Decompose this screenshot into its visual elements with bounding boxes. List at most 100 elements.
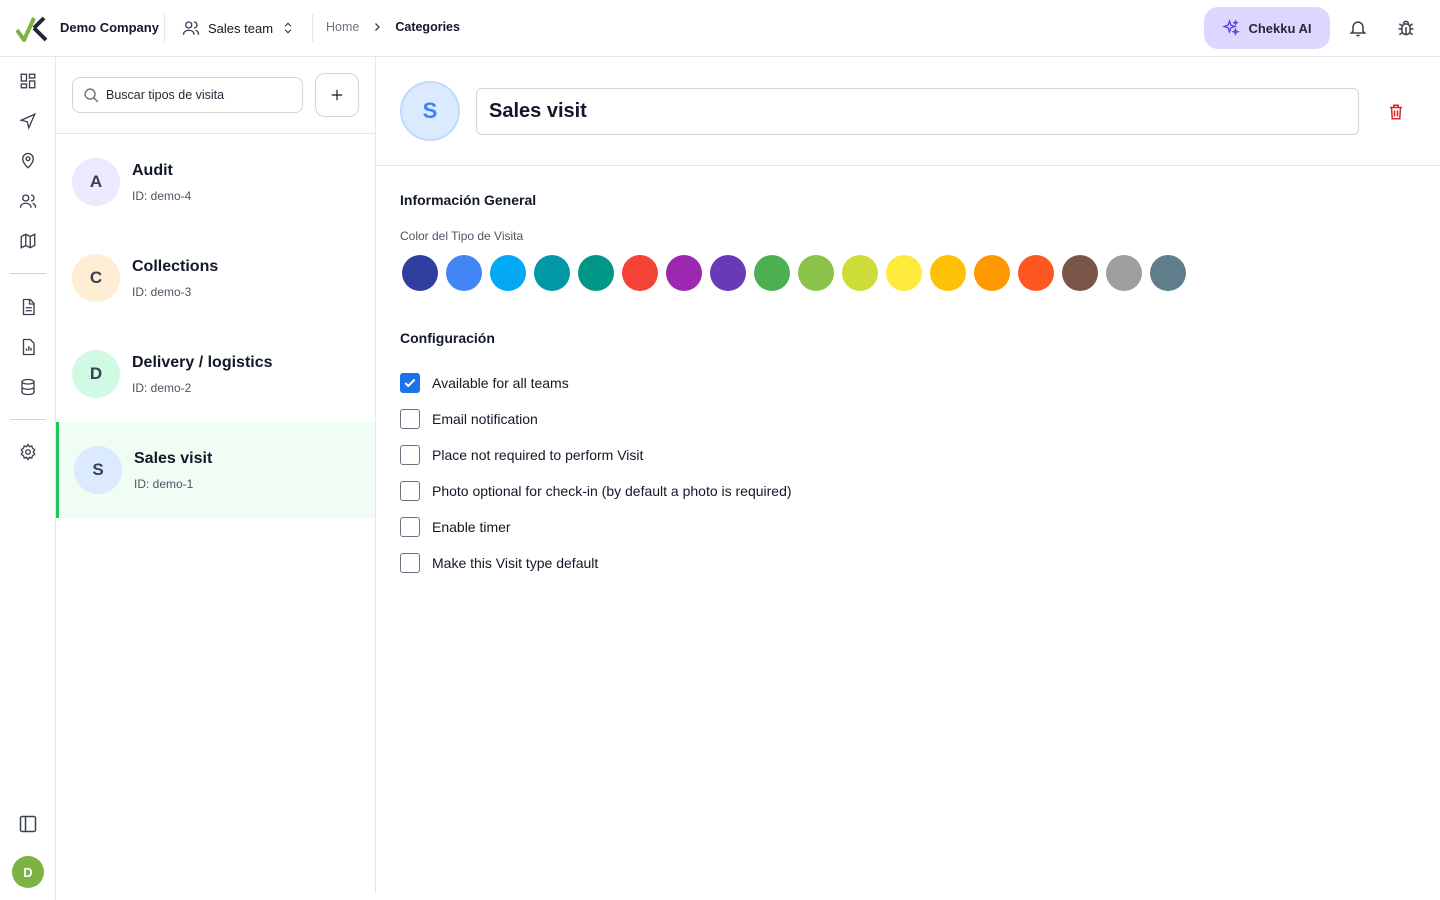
list-item[interactable]: C Collections ID: demo-3 <box>56 230 375 326</box>
config-checkbox[interactable] <box>400 373 420 393</box>
config-option-label: Available for all teams <box>432 375 569 391</box>
config-option-label: Place not required to perform Visit <box>432 447 644 463</box>
config-option-label: Photo optional for check-in (by default … <box>432 483 792 499</box>
color-swatch[interactable] <box>534 255 570 291</box>
config-option-label: Make this Visit type default <box>432 555 599 571</box>
item-id: ID: demo-1 <box>134 477 194 491</box>
breadcrumb-home[interactable]: Home <box>326 20 359 34</box>
config-option-row[interactable]: Make this Visit type default <box>400 545 792 581</box>
map-icon[interactable] <box>16 229 40 253</box>
visit-type-name-input[interactable] <box>476 88 1359 135</box>
item-avatar: A <box>72 158 120 206</box>
users-icon <box>182 21 200 35</box>
item-name: Collections <box>132 258 219 275</box>
color-swatch[interactable] <box>930 255 966 291</box>
team-name: Sales team <box>208 20 274 36</box>
chekku-ai-label: Chekku AI <box>1248 20 1312 36</box>
color-swatch[interactable] <box>402 255 438 291</box>
search-box[interactable] <box>72 77 303 113</box>
settings-icon[interactable] <box>16 440 40 464</box>
company-logo-icon[interactable] <box>16 14 48 42</box>
header-divider <box>312 14 313 42</box>
color-swatch[interactable] <box>446 255 482 291</box>
general-info-title: Información General <box>400 192 537 208</box>
color-label: Color del Tipo de Visita <box>400 229 524 243</box>
color-swatch[interactable] <box>798 255 834 291</box>
config-options: Available for all teams Email notificatio… <box>400 365 792 581</box>
color-swatch[interactable] <box>1150 255 1186 291</box>
checkmark-icon <box>404 378 416 388</box>
team-selector[interactable]: Sales team <box>182 14 295 42</box>
bell-icon[interactable] <box>1346 16 1370 40</box>
header-divider <box>164 14 165 42</box>
users-icon[interactable] <box>16 189 40 213</box>
left-nav-rail: D <box>0 57 56 900</box>
list-header <box>56 57 375 134</box>
item-avatar: D <box>72 350 120 398</box>
trash-icon[interactable] <box>1385 101 1407 123</box>
dashboard-icon[interactable] <box>16 69 40 93</box>
add-visit-type-button[interactable] <box>315 73 359 117</box>
send-icon[interactable] <box>16 109 40 133</box>
list-item[interactable]: A Audit ID: demo-4 <box>56 134 375 230</box>
config-option-row[interactable]: Enable timer <box>400 509 792 545</box>
color-swatch[interactable] <box>886 255 922 291</box>
color-swatch[interactable] <box>1018 255 1054 291</box>
document-icon[interactable] <box>16 295 40 319</box>
color-swatch[interactable] <box>490 255 526 291</box>
company-name[interactable]: Demo Company <box>60 20 159 35</box>
user-avatar[interactable]: D <box>12 856 44 888</box>
chevron-up-down-icon <box>284 22 292 34</box>
item-name: Audit <box>132 162 173 179</box>
item-id: ID: demo-2 <box>132 381 192 395</box>
config-option-row[interactable]: Available for all teams <box>400 365 792 401</box>
color-swatch[interactable] <box>1106 255 1142 291</box>
rail-divider <box>10 273 46 274</box>
chevron-right-icon <box>371 21 383 33</box>
database-icon[interactable] <box>16 375 40 399</box>
sparkles-icon <box>1222 19 1241 36</box>
color-swatch[interactable] <box>666 255 702 291</box>
color-swatch[interactable] <box>974 255 1010 291</box>
config-option-row[interactable]: Place not required to perform Visit <box>400 437 792 473</box>
item-id: ID: demo-4 <box>132 189 192 203</box>
color-picker <box>402 255 1186 291</box>
color-swatch[interactable] <box>1062 255 1098 291</box>
config-checkbox[interactable] <box>400 517 420 537</box>
config-checkbox[interactable] <box>400 481 420 501</box>
bug-icon[interactable] <box>1394 16 1418 40</box>
chekku-ai-button[interactable]: Chekku AI <box>1204 7 1330 49</box>
config-title: Configuración <box>400 330 495 346</box>
color-swatch[interactable] <box>578 255 614 291</box>
item-id: ID: demo-3 <box>132 285 192 299</box>
search-icon <box>84 87 99 102</box>
config-checkbox[interactable] <box>400 409 420 429</box>
visit-type-detail: S Información General Color del Tipo de … <box>376 57 1440 900</box>
config-option-row[interactable]: Photo optional for check-in (by default … <box>400 473 792 509</box>
search-input[interactable] <box>106 88 296 102</box>
breadcrumb: Home Categories <box>326 20 460 34</box>
config-option-label: Email notification <box>432 411 538 427</box>
config-checkbox[interactable] <box>400 445 420 465</box>
rail-divider <box>10 419 46 420</box>
location-pin-icon[interactable] <box>16 149 40 173</box>
config-option-label: Enable timer <box>432 519 511 535</box>
item-name: Sales visit <box>134 450 213 467</box>
config-checkbox[interactable] <box>400 553 420 573</box>
plus-icon <box>331 89 343 101</box>
color-swatch[interactable] <box>622 255 658 291</box>
color-swatch[interactable] <box>710 255 746 291</box>
visit-type-avatar: S <box>400 81 460 141</box>
config-option-row[interactable]: Email notification <box>400 401 792 437</box>
color-swatch[interactable] <box>842 255 878 291</box>
color-swatch[interactable] <box>754 255 790 291</box>
sidebar-toggle-icon[interactable] <box>16 812 40 836</box>
list-item[interactable]: S Sales visit ID: demo-1 <box>56 422 375 518</box>
item-avatar: S <box>74 446 122 494</box>
item-avatar: C <box>72 254 120 302</box>
top-bar: Demo Company Sales team Home Categories … <box>0 0 1440 57</box>
detail-header: S <box>376 57 1440 166</box>
item-name: Delivery / logistics <box>132 354 273 371</box>
report-icon[interactable] <box>16 335 40 359</box>
list-item[interactable]: D Delivery / logistics ID: demo-2 <box>56 326 375 422</box>
